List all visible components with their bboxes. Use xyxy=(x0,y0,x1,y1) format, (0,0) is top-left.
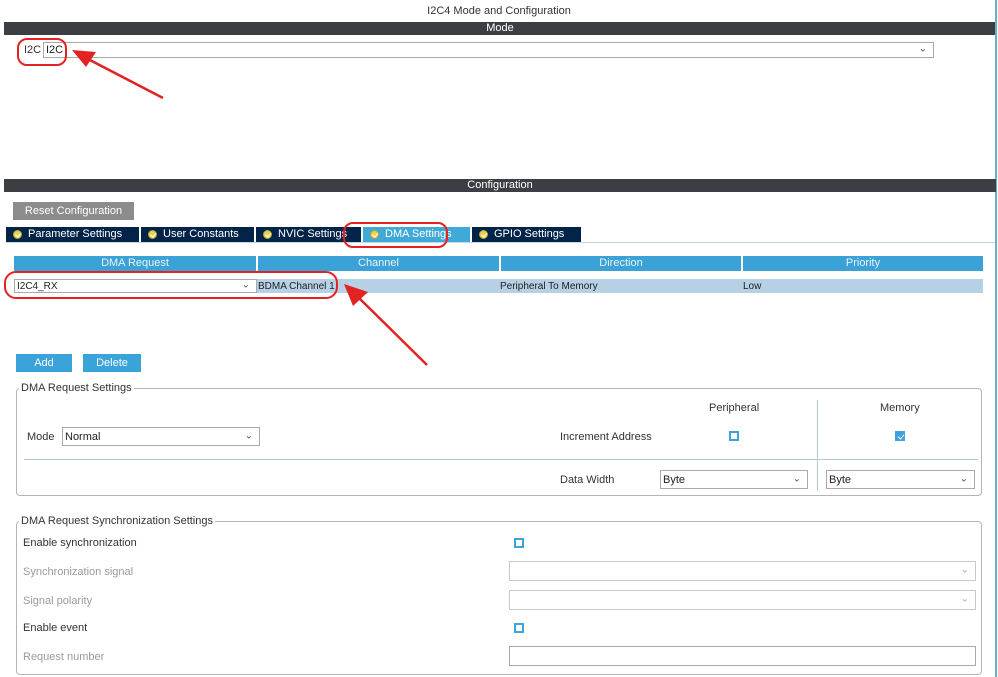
annotation-arrows xyxy=(72,50,428,366)
arrow-icon xyxy=(72,50,164,100)
arrow-icon xyxy=(344,284,428,366)
